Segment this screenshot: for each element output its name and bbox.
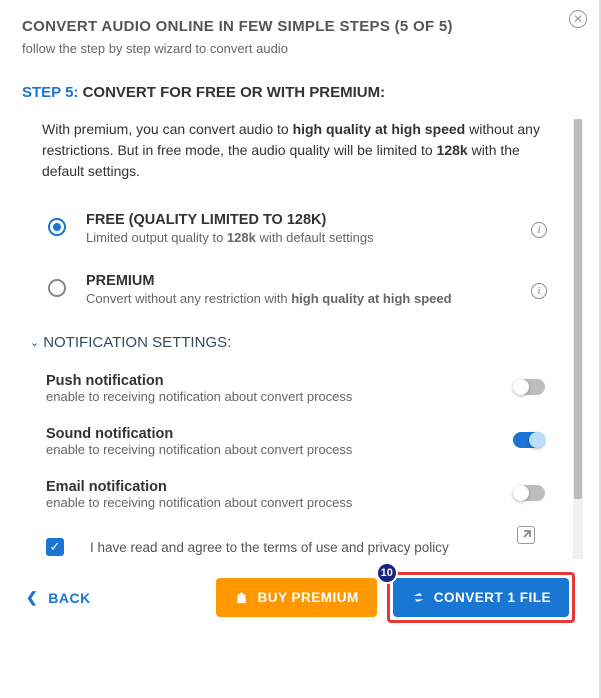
content-scroll: With premium, you can convert audio to h… bbox=[22, 119, 579, 623]
convert-highlight: 10 CONVERT 1 FILE bbox=[387, 572, 575, 623]
terms-text: I have read and agree to the terms of us… bbox=[90, 540, 449, 555]
option-premium-title: PREMIUM bbox=[86, 273, 549, 289]
push-notification-row: Push notification enable to receiving no… bbox=[46, 373, 545, 404]
convert-label: CONVERT 1 FILE bbox=[434, 590, 551, 605]
footer-bar: ❮ BACK BUY PREMIUM 10 CONVERT 1 FILE bbox=[22, 572, 579, 623]
intro-bold-quality: high quality at high speed bbox=[293, 121, 466, 137]
sound-desc: enable to receiving notification about c… bbox=[46, 442, 545, 457]
dialog-title: CONVERT AUDIO ONLINE IN FEW SIMPLE STEPS… bbox=[22, 18, 579, 35]
buy-premium-button[interactable]: BUY PREMIUM bbox=[216, 578, 376, 617]
intro-text: With premium, you can convert audio to bbox=[42, 121, 293, 137]
push-desc: enable to receiving notification about c… bbox=[46, 389, 545, 404]
email-notification-row: Email notification enable to receiving n… bbox=[46, 479, 545, 510]
toggle-knob bbox=[513, 379, 529, 395]
sound-toggle[interactable] bbox=[513, 432, 545, 448]
option-premium-desc: Convert without any restriction with hig… bbox=[86, 291, 549, 306]
step-title: CONVERT FOR FREE OR WITH PREMIUM: bbox=[83, 84, 386, 101]
footer-actions: BUY PREMIUM 10 CONVERT 1 FILE bbox=[216, 572, 575, 623]
dialog-subtitle: follow the step by step wizard to conver… bbox=[22, 41, 579, 56]
section-title: NOTIFICATION SETTINGS: bbox=[43, 334, 231, 351]
info-icon[interactable]: i bbox=[531, 222, 547, 238]
option-free-desc: Limited output quality to 128k with defa… bbox=[86, 230, 549, 245]
email-desc: enable to receiving notification about c… bbox=[46, 495, 545, 510]
plan-options: FREE (QUALITY LIMITED TO 128K) Limited o… bbox=[48, 212, 549, 306]
chevron-left-icon: ❮ bbox=[26, 589, 38, 606]
option-premium-body: PREMIUM Convert without any restriction … bbox=[86, 273, 549, 306]
option-free-title: FREE (QUALITY LIMITED TO 128K) bbox=[86, 212, 549, 228]
intro-bold-bitrate: 128k bbox=[437, 142, 468, 158]
close-button[interactable]: ✕ bbox=[569, 10, 587, 28]
toggle-knob bbox=[513, 485, 529, 501]
terms-checkbox[interactable]: ✓ bbox=[46, 538, 64, 556]
terms-row: ✓ I have read and agree to the terms of … bbox=[46, 538, 579, 556]
wizard-dialog: ✕ CONVERT AUDIO ONLINE IN FEW SIMPLE STE… bbox=[0, 0, 601, 641]
radio-free[interactable] bbox=[48, 218, 66, 236]
close-icon: ✕ bbox=[573, 12, 583, 26]
push-title: Push notification bbox=[46, 373, 545, 389]
intro-paragraph: With premium, you can convert audio to h… bbox=[42, 119, 559, 182]
toggle-knob bbox=[529, 432, 545, 448]
email-toggle[interactable] bbox=[513, 485, 545, 501]
notification-settings-header[interactable]: ⌄ NOTIFICATION SETTINGS: bbox=[30, 334, 579, 351]
option-free-body: FREE (QUALITY LIMITED TO 128K) Limited o… bbox=[86, 212, 549, 245]
push-toggle[interactable] bbox=[513, 379, 545, 395]
scrollbar-thumb[interactable] bbox=[574, 119, 582, 499]
convert-button[interactable]: CONVERT 1 FILE bbox=[393, 578, 569, 617]
shopping-bag-icon bbox=[234, 590, 249, 605]
chevron-down-icon: ⌄ bbox=[30, 336, 39, 349]
external-link-button[interactable] bbox=[517, 526, 535, 544]
back-label: BACK bbox=[48, 590, 90, 606]
radio-dot-icon bbox=[53, 223, 61, 231]
check-icon: ✓ bbox=[50, 539, 61, 555]
external-link-icon bbox=[520, 529, 532, 541]
step-number: STEP 5: bbox=[22, 84, 78, 101]
info-icon[interactable]: i bbox=[531, 283, 547, 299]
sound-title: Sound notification bbox=[46, 426, 545, 442]
swap-icon bbox=[411, 590, 426, 605]
step-badge: 10 bbox=[376, 562, 398, 584]
option-premium[interactable]: PREMIUM Convert without any restriction … bbox=[48, 273, 549, 306]
buy-label: BUY PREMIUM bbox=[257, 590, 358, 605]
sound-notification-row: Sound notification enable to receiving n… bbox=[46, 426, 545, 457]
step-heading: STEP 5: CONVERT FOR FREE OR WITH PREMIUM… bbox=[22, 84, 579, 101]
radio-premium[interactable] bbox=[48, 279, 66, 297]
email-title: Email notification bbox=[46, 479, 545, 495]
back-button[interactable]: ❮ BACK bbox=[26, 589, 91, 606]
option-free[interactable]: FREE (QUALITY LIMITED TO 128K) Limited o… bbox=[48, 212, 549, 245]
